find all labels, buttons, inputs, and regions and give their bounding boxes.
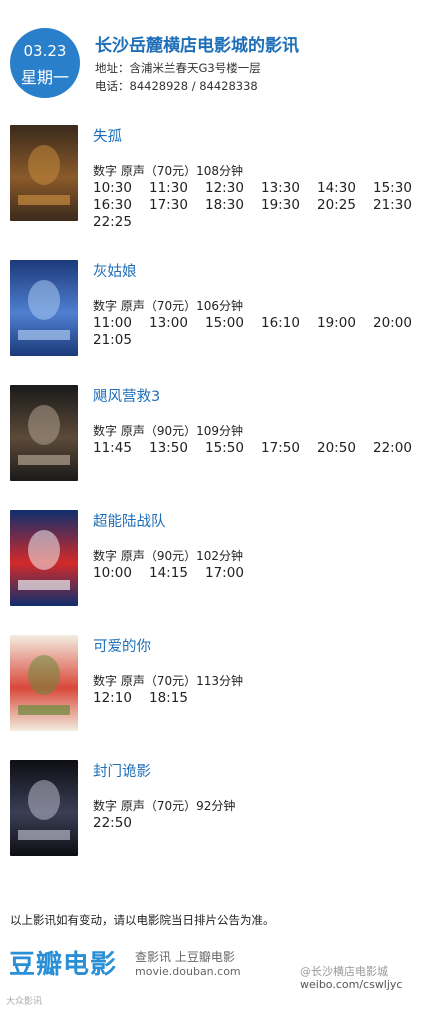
showtime[interactable]: 11:30 xyxy=(149,180,188,196)
movie-format-price-duration: 数字 原声（70元）92分钟 xyxy=(93,799,236,813)
showtime[interactable]: 18:30 xyxy=(205,197,244,213)
movie-format-price-duration: 数字 原声（70元）113分钟 xyxy=(93,674,243,688)
showtime[interactable]: 15:50 xyxy=(205,440,244,456)
date-text: 03.23 xyxy=(23,42,67,60)
movie-item[interactable]: 灰姑娘数字 原声（70元）106分钟 11:00 13:00 15:00 16:10 19… xyxy=(0,260,440,370)
movie-item[interactable]: 可爱的你数字 原声（70元）113分钟 12:10 18:15 xyxy=(0,635,440,745)
poster-image xyxy=(10,760,78,856)
showtime[interactable]: 21:30 xyxy=(373,197,412,213)
douban-site-link[interactable]: movie.douban.com xyxy=(135,965,241,978)
cinema-address: 地址：含浦米兰春天G3号楼一层 xyxy=(95,61,261,75)
movie-poster[interactable] xyxy=(10,760,78,856)
weekday-text: 星期一 xyxy=(20,68,69,87)
cinema-header: 03.23 星期一 长沙岳麓横店电影城的影讯 地址：含浦米兰春天G3号楼一层 电… xyxy=(0,0,440,100)
movie-item[interactable]: 封门诡影数字 原声（70元）92分钟 22:50 xyxy=(0,760,440,870)
showtime[interactable]: 17:50 xyxy=(261,440,300,456)
showtime[interactable]: 16:10 xyxy=(261,315,300,331)
showtime[interactable]: 10:30 xyxy=(93,180,132,196)
showtime[interactable]: 20:50 xyxy=(317,440,356,456)
showtime[interactable]: 22:25 xyxy=(93,214,132,230)
date-badge: 03.23 星期一 xyxy=(10,28,80,98)
poster-image xyxy=(10,635,78,731)
movie-item[interactable]: 失孤数字 原声（70元）108分钟 10:30 11:30 12:30 13:30 14:… xyxy=(0,125,440,235)
movie-poster[interactable] xyxy=(10,260,78,356)
showtime[interactable]: 11:00 xyxy=(93,315,132,331)
small-source-logo: 大众影讯 xyxy=(6,997,43,1007)
movie-format-price-duration: 数字 原声（70元）108分钟 xyxy=(93,164,243,178)
poster-image xyxy=(10,385,78,481)
poster-image xyxy=(10,260,78,356)
movie-poster[interactable] xyxy=(10,385,78,481)
showtime[interactable]: 13:30 xyxy=(261,180,300,196)
movie-poster[interactable] xyxy=(10,635,78,731)
movie-item[interactable]: 超能陆战队数字 原声（90元）102分钟 10:00 14:15 17:00 xyxy=(0,510,440,620)
poster-image xyxy=(10,510,78,606)
movie-poster[interactable] xyxy=(10,125,78,221)
showtime[interactable]: 13:50 xyxy=(149,440,188,456)
movie-title[interactable]: 失孤 xyxy=(93,125,122,146)
showtime[interactable]: 20:00 xyxy=(373,315,412,331)
showtime[interactable]: 17:30 xyxy=(149,197,188,213)
movie-item[interactable]: 飓风营救3 数字 原声（90元）109分钟 11:45 13:50 15:50 17:50… xyxy=(0,385,440,495)
showtime[interactable]: 16:30 xyxy=(93,197,132,213)
poster-image xyxy=(10,125,78,221)
cinema-phone: 电话：84428928 / 84428338 xyxy=(95,79,258,93)
showtime[interactable]: 19:30 xyxy=(261,197,300,213)
showtime[interactable]: 11:45 xyxy=(93,440,132,456)
movie-title[interactable]: 超能陆战队 xyxy=(93,510,166,531)
weibo-handle: @长沙横店电影城 xyxy=(300,965,388,978)
movie-title[interactable]: 封门诡影 xyxy=(93,760,151,781)
showtime[interactable]: 21:05 xyxy=(93,332,132,348)
showtime[interactable]: 22:50 xyxy=(93,815,132,831)
showtime[interactable]: 12:10 xyxy=(93,690,132,706)
showtime[interactable]: 13:00 xyxy=(149,315,188,331)
movie-format-price-duration: 数字 原声（90元）109分钟 xyxy=(93,424,243,438)
showtime[interactable]: 19:00 xyxy=(317,315,356,331)
showtime[interactable]: 18:15 xyxy=(149,690,188,706)
cinema-name: 长沙岳麓横店电影城的影讯 xyxy=(95,36,299,56)
showtime[interactable]: 20:25 xyxy=(317,197,356,213)
movie-title[interactable]: 灰姑娘 xyxy=(93,260,137,281)
disclaimer-note: 以上影讯如有变动，请以电影院当日排片公告为准。 xyxy=(10,913,275,927)
movie-format-price-duration: 数字 原声（90元）102分钟 xyxy=(93,549,243,563)
showtime[interactable]: 14:15 xyxy=(149,565,188,581)
movie-title[interactable]: 飓风营救3 xyxy=(93,385,160,406)
showtime[interactable]: 12:30 xyxy=(205,180,244,196)
showtime[interactable]: 22:00 xyxy=(373,440,412,456)
showtime[interactable]: 15:00 xyxy=(205,315,244,331)
douban-movie-logo[interactable]: 豆瓣电影 xyxy=(9,944,117,981)
showtime[interactable]: 17:00 xyxy=(205,565,244,581)
movie-poster[interactable] xyxy=(10,510,78,606)
movie-title[interactable]: 可爱的你 xyxy=(93,635,151,656)
weibo-url[interactable]: weibo.com/cswljyc xyxy=(300,978,402,991)
showtime[interactable]: 15:30 xyxy=(373,180,412,196)
douban-tagline: 查影讯 上豆瓣电影 xyxy=(135,950,235,964)
movie-format-price-duration: 数字 原声（70元）106分钟 xyxy=(93,299,243,313)
showtime[interactable]: 10:00 xyxy=(93,565,132,581)
showtime[interactable]: 14:30 xyxy=(317,180,356,196)
